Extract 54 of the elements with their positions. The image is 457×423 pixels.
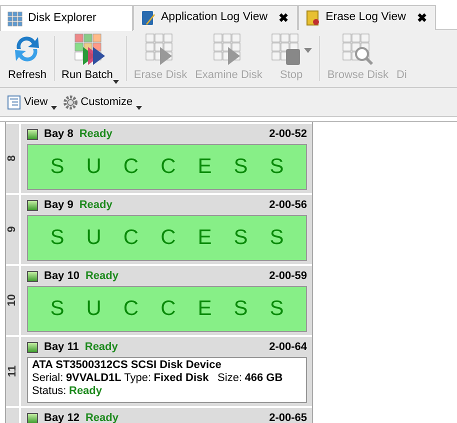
- bay-code: 2-00-64: [269, 340, 307, 355]
- status-led-icon: [27, 270, 38, 282]
- close-icon[interactable]: ✖: [416, 9, 427, 27]
- status-led-icon: [27, 128, 38, 140]
- status-led-icon: [27, 412, 38, 423]
- notebook-icon: [140, 10, 156, 26]
- bay-name: Bay 11: [44, 340, 79, 355]
- close-icon[interactable]: ✖: [278, 9, 289, 27]
- bay-code: 2-00-59: [269, 268, 307, 284]
- result-text: SUCCESS: [49, 225, 306, 252]
- tab[interactable]: Application Log View ✖: [133, 5, 298, 30]
- bay-number: 8: [5, 155, 20, 162]
- magnifier-grid-icon: [340, 33, 375, 67]
- caret-icon: [50, 106, 57, 110]
- bay-code: 2-00-56: [269, 198, 307, 213]
- bay-status: Ready: [84, 340, 118, 355]
- certificate-icon: [304, 10, 321, 26]
- field-label: Status:: [32, 385, 66, 398]
- field-value: Fixed Disk: [154, 372, 209, 385]
- tab[interactable]: Erase Log View ✖: [298, 5, 436, 30]
- bay-status: Ready: [85, 410, 119, 423]
- caret-icon: [136, 106, 142, 110]
- field-value: 9VVALD1L: [66, 372, 122, 385]
- toolbar-button[interactable]: Run Batch: [58, 30, 123, 87]
- field-value: 466 GB: [244, 372, 283, 385]
- grid-icon: [7, 10, 23, 26]
- bay-status: Ready: [79, 126, 112, 142]
- list-icon: [7, 94, 21, 110]
- field-label: Serial:: [32, 372, 64, 385]
- bay-status: Ready: [85, 268, 119, 284]
- field-label: Type:: [124, 372, 152, 385]
- field-value: Ready: [69, 385, 102, 398]
- bay-number: 11: [5, 366, 20, 378]
- device-name: ATA ST3500312CS SCSI Disk Device: [32, 359, 222, 371]
- gear-icon: [62, 94, 78, 110]
- toolbar-button[interactable]: Customize: [62, 94, 142, 110]
- result-text: SUCCESS: [49, 154, 306, 180]
- toolbar-button[interactable]: Refresh: [4, 30, 51, 87]
- bay-code: 2-00-65: [269, 410, 307, 423]
- bay-name: Bay 8: [44, 126, 74, 142]
- bay-name: Bay 10: [44, 268, 80, 284]
- toolbar-button[interactable]: View: [7, 94, 57, 110]
- bay-name: Bay 12: [44, 410, 80, 423]
- bay-name: Bay 9: [44, 198, 74, 213]
- status-led-icon: [27, 200, 38, 210]
- status-led-icon: [27, 342, 38, 352]
- bay-number: 9: [5, 226, 20, 233]
- tab[interactable]: Disk Explorer: [0, 5, 133, 31]
- bay-status: Ready: [79, 198, 112, 213]
- field-label: Size:: [218, 372, 242, 385]
- play-grid-icon: [73, 33, 108, 67]
- bay-number: 10: [5, 294, 20, 307]
- result-text: SUCCESS: [49, 296, 306, 322]
- bay-code: 2-00-52: [269, 126, 307, 142]
